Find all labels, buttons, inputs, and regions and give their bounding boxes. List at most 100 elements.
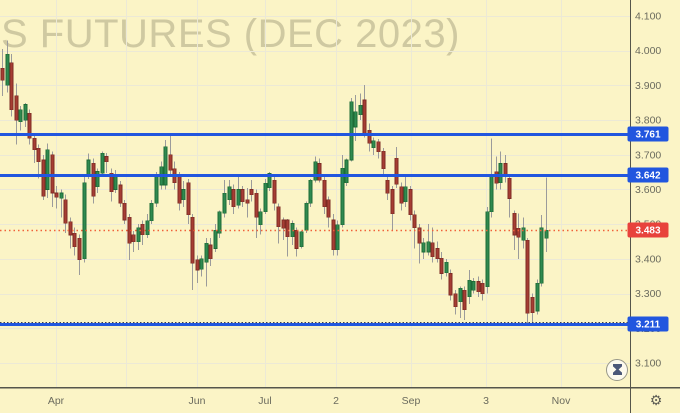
candle — [445, 259, 448, 276]
hourglass-button[interactable] — [606, 359, 628, 381]
candle — [413, 210, 416, 248]
candle-body-up — [83, 183, 86, 259]
candle-body-down — [255, 193, 258, 217]
candle — [69, 217, 72, 248]
candle-body-up — [214, 230, 217, 248]
candle-body-up — [46, 150, 49, 190]
candle-body-down — [1, 68, 4, 80]
candle — [499, 151, 502, 189]
candle — [228, 180, 231, 205]
candle-body-down — [241, 190, 244, 202]
candle-body-down — [440, 258, 443, 273]
candle — [200, 255, 203, 276]
chart-window: S FUTURES (DEC 2023) 4.1004.0003.9003.80… — [0, 0, 680, 413]
price-axis[interactable] — [631, 0, 680, 388]
candle-body-down — [517, 228, 520, 237]
candle-body-down — [273, 180, 276, 203]
candle — [395, 147, 398, 188]
candle-body-down — [55, 193, 58, 197]
candle-body-up — [264, 183, 267, 211]
candle — [119, 181, 122, 207]
candle-body-up — [372, 141, 375, 148]
candle-body-up — [60, 193, 63, 198]
candle — [214, 224, 217, 252]
candle — [305, 202, 308, 233]
candle-body-up — [24, 104, 27, 120]
candle-body-up — [137, 228, 140, 242]
candle — [250, 180, 253, 202]
time-axis[interactable] — [0, 388, 630, 413]
candle-body-down — [513, 213, 516, 235]
candle — [223, 180, 226, 217]
candle-body-up — [459, 288, 462, 301]
candle — [291, 221, 294, 245]
candle — [504, 155, 507, 182]
candle-body-down — [395, 158, 398, 184]
candle — [463, 287, 466, 320]
candle-body-down — [413, 215, 416, 228]
candle — [277, 203, 280, 243]
candle-body-down — [368, 130, 371, 143]
candle-body-down — [391, 190, 394, 214]
candle — [141, 221, 144, 245]
candle-body-down — [377, 142, 380, 152]
candle-body-down — [454, 294, 457, 307]
candle — [422, 238, 425, 259]
candle-body-down — [246, 200, 249, 203]
candle-body-down — [277, 207, 280, 227]
candle-body-up — [205, 243, 208, 262]
gear-icon: ⚙ — [650, 392, 663, 409]
hourglass-icon — [611, 363, 624, 377]
candle — [83, 175, 86, 262]
candle — [273, 176, 276, 211]
candle — [345, 158, 348, 186]
candle — [246, 188, 249, 217]
candle — [440, 252, 443, 280]
candle-body-down — [495, 172, 498, 183]
candle-body-up — [101, 153, 104, 173]
candle-body-down — [463, 290, 466, 310]
price-chart[interactable]: 4.1004.0003.9003.8003.7003.6003.5003.400… — [0, 0, 680, 413]
candle-body-up — [182, 190, 185, 200]
candle — [78, 235, 81, 275]
candle-body-up — [223, 193, 226, 213]
candle — [341, 155, 344, 228]
candle-body-up — [427, 242, 430, 252]
candle — [386, 176, 389, 200]
candle — [101, 151, 104, 175]
candle-body-down — [132, 235, 135, 242]
candle-body-down — [363, 100, 366, 133]
candle — [508, 176, 511, 218]
candle-body-up — [486, 212, 489, 287]
candle — [332, 214, 335, 256]
candle-body-up — [499, 163, 502, 182]
candle-body-down — [187, 183, 190, 215]
candle-body-down — [232, 190, 235, 207]
candle — [128, 214, 131, 260]
candle-body-up — [314, 162, 317, 180]
candle — [232, 184, 235, 213]
candle-body-down — [33, 138, 36, 150]
candle-body-up — [96, 171, 99, 186]
candle-body-up — [522, 228, 525, 240]
candle — [178, 172, 181, 210]
candle-body-up — [150, 203, 153, 220]
candle-body-up — [87, 160, 90, 176]
candle-body-down — [123, 203, 126, 220]
candle-body-down — [15, 96, 18, 120]
candle — [24, 103, 27, 127]
candle — [92, 158, 95, 203]
candle-body-down — [504, 163, 507, 175]
candle — [481, 280, 484, 301]
candle — [309, 179, 312, 207]
candle-body-up — [19, 110, 22, 122]
candle — [205, 238, 208, 287]
candle — [486, 207, 489, 294]
candles-series — [1, 40, 548, 325]
candle — [382, 148, 385, 176]
settings-button[interactable]: ⚙ — [645, 390, 667, 410]
candle — [264, 179, 267, 214]
candle — [37, 144, 40, 178]
candle-body-down — [295, 230, 298, 248]
candle-body-down — [436, 248, 439, 258]
